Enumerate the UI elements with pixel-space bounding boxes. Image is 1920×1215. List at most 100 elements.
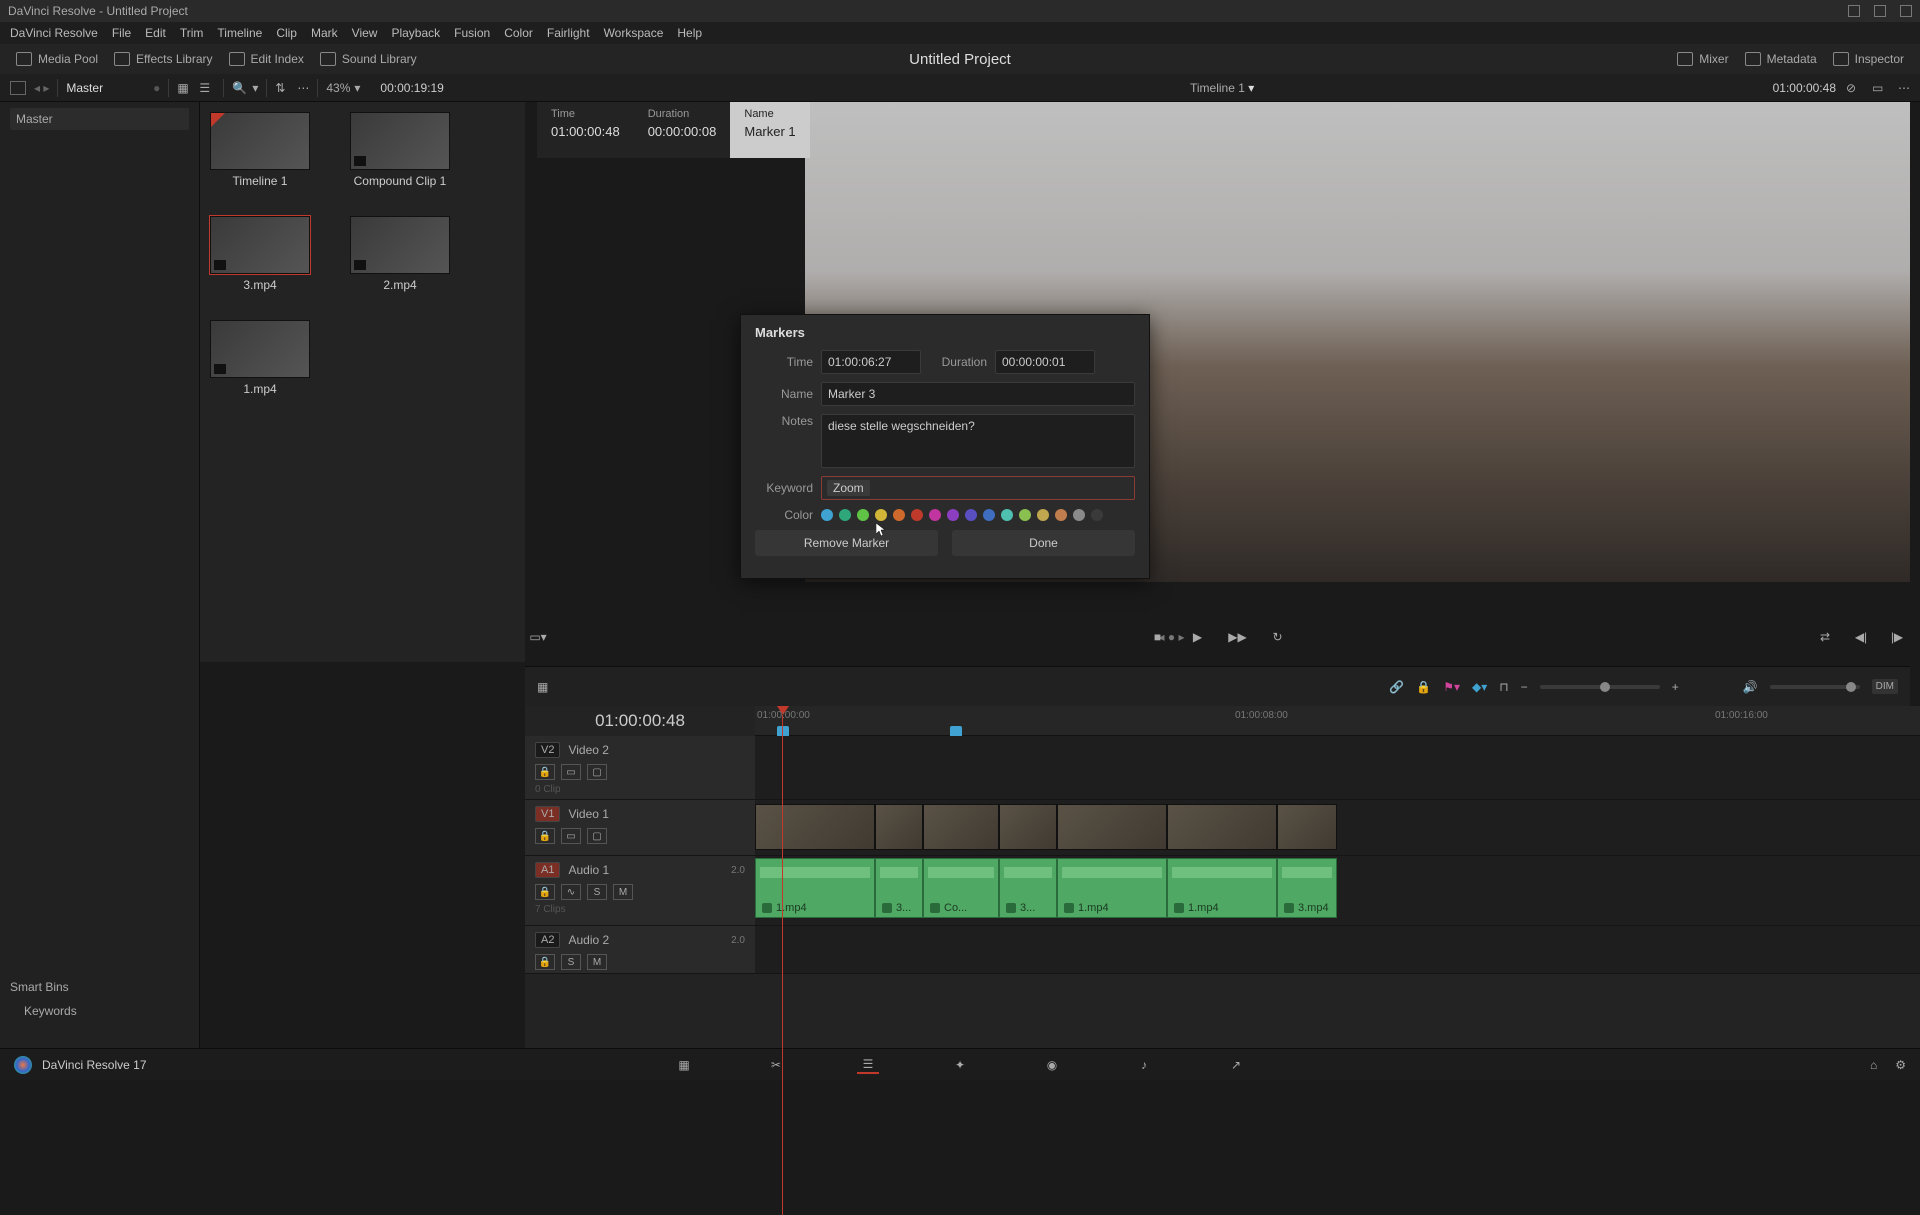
mixer-toggle[interactable]: Mixer: [1669, 48, 1736, 70]
clip-thumb[interactable]: 3.mp4: [210, 216, 310, 292]
menu-item[interactable]: Timeline: [217, 26, 262, 40]
lock-icon[interactable]: 🔒: [535, 764, 555, 780]
color-swatch[interactable]: [911, 509, 923, 521]
audio-clip[interactable]: 1.mp4: [1167, 858, 1277, 918]
audio-clip[interactable]: 3...: [999, 858, 1057, 918]
clip-thumb[interactable]: Compound Clip 1: [350, 112, 450, 188]
smart-bin-keywords[interactable]: Keywords: [10, 1004, 77, 1018]
overlay-dropdown[interactable]: ▭▾: [525, 626, 551, 648]
color-page-icon[interactable]: ◉: [1041, 1056, 1063, 1074]
deliver-page-icon[interactable]: ↗: [1225, 1056, 1247, 1074]
color-swatch[interactable]: [983, 509, 995, 521]
home-icon[interactable]: ⌂: [1870, 1058, 1877, 1072]
menu-item[interactable]: Clip: [276, 26, 297, 40]
menu-item[interactable]: DaVinci Resolve: [10, 26, 98, 40]
menu-item[interactable]: View: [352, 26, 378, 40]
marker-notes-input[interactable]: diese stelle wegschneiden?: [821, 414, 1135, 468]
thumbnail-view-icon[interactable]: ▦: [177, 81, 193, 95]
loop-button[interactable]: ↻: [1265, 626, 1291, 648]
color-swatch[interactable]: [947, 509, 959, 521]
clip-thumb[interactable]: 1.mp4: [210, 320, 310, 396]
clip-thumb[interactable]: 2.mp4: [350, 216, 450, 292]
marker-time-input[interactable]: [821, 350, 921, 374]
single-viewer-icon[interactable]: ▭: [1872, 81, 1888, 95]
viewer-zoom[interactable]: 43%: [326, 81, 350, 95]
cut-page-icon[interactable]: ✂: [765, 1056, 787, 1074]
marker-keyword-input[interactable]: Zoom: [821, 476, 1135, 500]
timeline-ruler[interactable]: 01:00:00:00 01:00:08:00 01:00:16:00: [755, 706, 1920, 736]
video-clip[interactable]: [923, 804, 999, 850]
stop-button[interactable]: ■: [1145, 626, 1171, 648]
flag-dropdown[interactable]: ⚑▾: [1443, 680, 1460, 694]
fusion-page-icon[interactable]: ✦: [949, 1056, 971, 1074]
menu-item[interactable]: Workspace: [604, 26, 664, 40]
color-swatch[interactable]: [875, 509, 887, 521]
done-button[interactable]: Done: [952, 530, 1135, 556]
video-clip[interactable]: [875, 804, 923, 850]
color-swatch[interactable]: [1055, 509, 1067, 521]
close-button[interactable]: [1900, 5, 1912, 17]
frame-icon[interactable]: ▭: [561, 764, 581, 780]
bin-dropdown[interactable]: [10, 81, 26, 95]
bypass-icon[interactable]: ⊘: [1846, 81, 1862, 95]
menu-item[interactable]: File: [112, 26, 131, 40]
lock-icon[interactable]: 🔒: [1416, 680, 1431, 694]
next-edit-button[interactable]: |▶: [1884, 626, 1910, 648]
color-swatch[interactable]: [1073, 509, 1085, 521]
color-swatch[interactable]: [821, 509, 833, 521]
menu-item[interactable]: Fairlight: [547, 26, 590, 40]
mute-button[interactable]: M: [613, 884, 633, 900]
sort-icon[interactable]: ⇅: [275, 81, 291, 95]
volume-slider[interactable]: [1770, 685, 1860, 689]
color-swatch[interactable]: [1001, 509, 1013, 521]
inspector-toggle[interactable]: Inspector: [1825, 48, 1912, 70]
match-frame-icon[interactable]: ⇄: [1812, 626, 1838, 648]
play-button[interactable]: ▶: [1185, 626, 1211, 648]
audio-clip[interactable]: 3.mp4: [1277, 858, 1337, 918]
link-icon[interactable]: 🔗: [1389, 680, 1404, 694]
dim-button[interactable]: DIM: [1872, 679, 1898, 694]
prev-edit-button[interactable]: ◀|: [1848, 626, 1874, 648]
video-clip[interactable]: [1167, 804, 1277, 850]
minimize-button[interactable]: [1848, 5, 1860, 17]
solo-button[interactable]: S: [587, 884, 607, 900]
menu-item[interactable]: Playback: [391, 26, 440, 40]
disable-icon[interactable]: ▢: [587, 828, 607, 844]
lock-icon[interactable]: 🔒: [535, 954, 555, 970]
sound-library-toggle[interactable]: Sound Library: [312, 48, 425, 70]
mute-button[interactable]: M: [587, 954, 607, 970]
effects-library-toggle[interactable]: Effects Library: [106, 48, 220, 70]
solo-button[interactable]: S: [561, 954, 581, 970]
color-swatch[interactable]: [839, 509, 851, 521]
search-icon[interactable]: 🔍: [232, 81, 248, 95]
menu-item[interactable]: Help: [677, 26, 702, 40]
menu-item[interactable]: Edit: [145, 26, 166, 40]
color-swatch[interactable]: [1091, 509, 1103, 521]
marker-dropdown[interactable]: ◆▾: [1472, 680, 1487, 694]
lock-icon[interactable]: 🔒: [535, 828, 555, 844]
video-clip[interactable]: [999, 804, 1057, 850]
video-clip[interactable]: [1057, 804, 1167, 850]
settings-icon[interactable]: ⚙: [1895, 1058, 1906, 1072]
audio-clip[interactable]: 1.mp4: [755, 858, 875, 918]
snap-icon[interactable]: ⊓: [1499, 680, 1508, 694]
fairlight-page-icon[interactable]: ♪: [1133, 1056, 1155, 1074]
color-swatch[interactable]: [857, 509, 869, 521]
marker-duration-input[interactable]: [995, 350, 1095, 374]
menu-item[interactable]: Trim: [180, 26, 204, 40]
color-swatch[interactable]: [893, 509, 905, 521]
menu-item[interactable]: Fusion: [454, 26, 490, 40]
clip-thumb[interactable]: Timeline 1: [210, 112, 310, 188]
color-swatch[interactable]: [1037, 509, 1049, 521]
color-swatch[interactable]: [929, 509, 941, 521]
master-bin[interactable]: Master: [10, 108, 189, 130]
wave-icon[interactable]: ∿: [561, 884, 581, 900]
lock-icon[interactable]: 🔒: [535, 884, 555, 900]
menu-item[interactable]: Mark: [311, 26, 338, 40]
timeline-name[interactable]: Timeline 1 ▾: [1190, 81, 1254, 95]
edit-index-toggle[interactable]: Edit Index: [221, 48, 312, 70]
zoom-out-icon[interactable]: −: [1521, 680, 1528, 694]
color-swatch[interactable]: [965, 509, 977, 521]
audio-clip[interactable]: 1.mp4: [1057, 858, 1167, 918]
timeline-view-icon[interactable]: ▦: [537, 680, 548, 694]
